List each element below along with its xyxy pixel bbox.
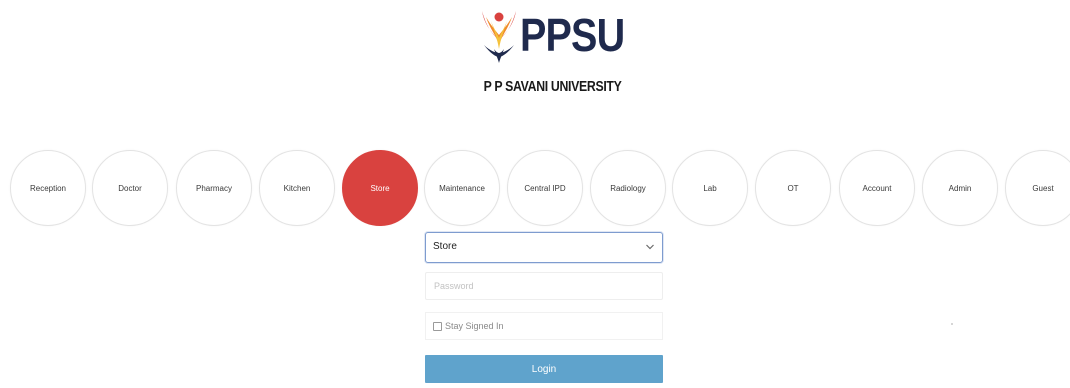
role-admin-button[interactable]: Admin [922,150,998,226]
role-radiology-button[interactable]: Radiology [590,150,666,226]
role-label: Guest [1032,183,1054,193]
role-label: Pharmacy [195,183,232,193]
role-kitchen-button[interactable]: Kitchen [259,150,335,226]
role-account-button[interactable]: Account [839,150,915,226]
role-central-ipd-button[interactable]: Central IPD [507,150,583,226]
role-label: Store [370,183,390,193]
role-label: Account [862,183,892,193]
role-pharmacy-button[interactable]: Pharmacy [176,150,252,226]
role-store-button[interactable]: Store [342,150,418,226]
role-doctor-button[interactable]: Doctor [92,150,168,226]
login-form: Store Stay Signed In Login [425,232,665,383]
decorative-dot [951,323,953,325]
ppsu-flame-emblem-icon [482,11,516,63]
role-ot-button[interactable]: OT [755,150,831,226]
ppsu-logo: PPSU [476,4,625,66]
login-button-label: Login [531,363,557,375]
role-maintenance-button[interactable]: Maintenance [424,150,500,226]
login-page: PPSU P P SAVANI UNIVERSITY Reception Doct… [0,0,1070,388]
password-input[interactable] [425,272,663,300]
stay-signed-in-label[interactable]: Stay Signed In [445,321,504,331]
role-label: OT [787,183,799,193]
login-button[interactable]: Login [425,355,663,383]
stay-signed-in-checkbox[interactable] [433,321,442,331]
role-label: Central IPD [524,183,566,193]
role-label: Maintenance [439,183,485,193]
chevron-down-icon [646,244,654,250]
role-label: Kitchen [283,183,311,193]
role-lab-button[interactable]: Lab [672,150,748,226]
stay-signed-in-row: Stay Signed In [425,312,663,340]
role-label: Radiology [610,183,646,193]
role-label: Doctor [118,183,142,193]
university-name: P P SAVANI UNIVERSITY [483,78,622,95]
role-label: Admin [948,183,972,193]
logo-wordmark: PPSU [520,9,625,61]
role-reception-button[interactable]: Reception [10,150,86,226]
department-select[interactable]: Store [425,232,663,263]
role-label: Lab [703,183,717,193]
role-label: Reception [29,183,67,193]
role-guest-button[interactable]: Guest [1005,150,1070,226]
department-select-value: Store [433,241,457,252]
